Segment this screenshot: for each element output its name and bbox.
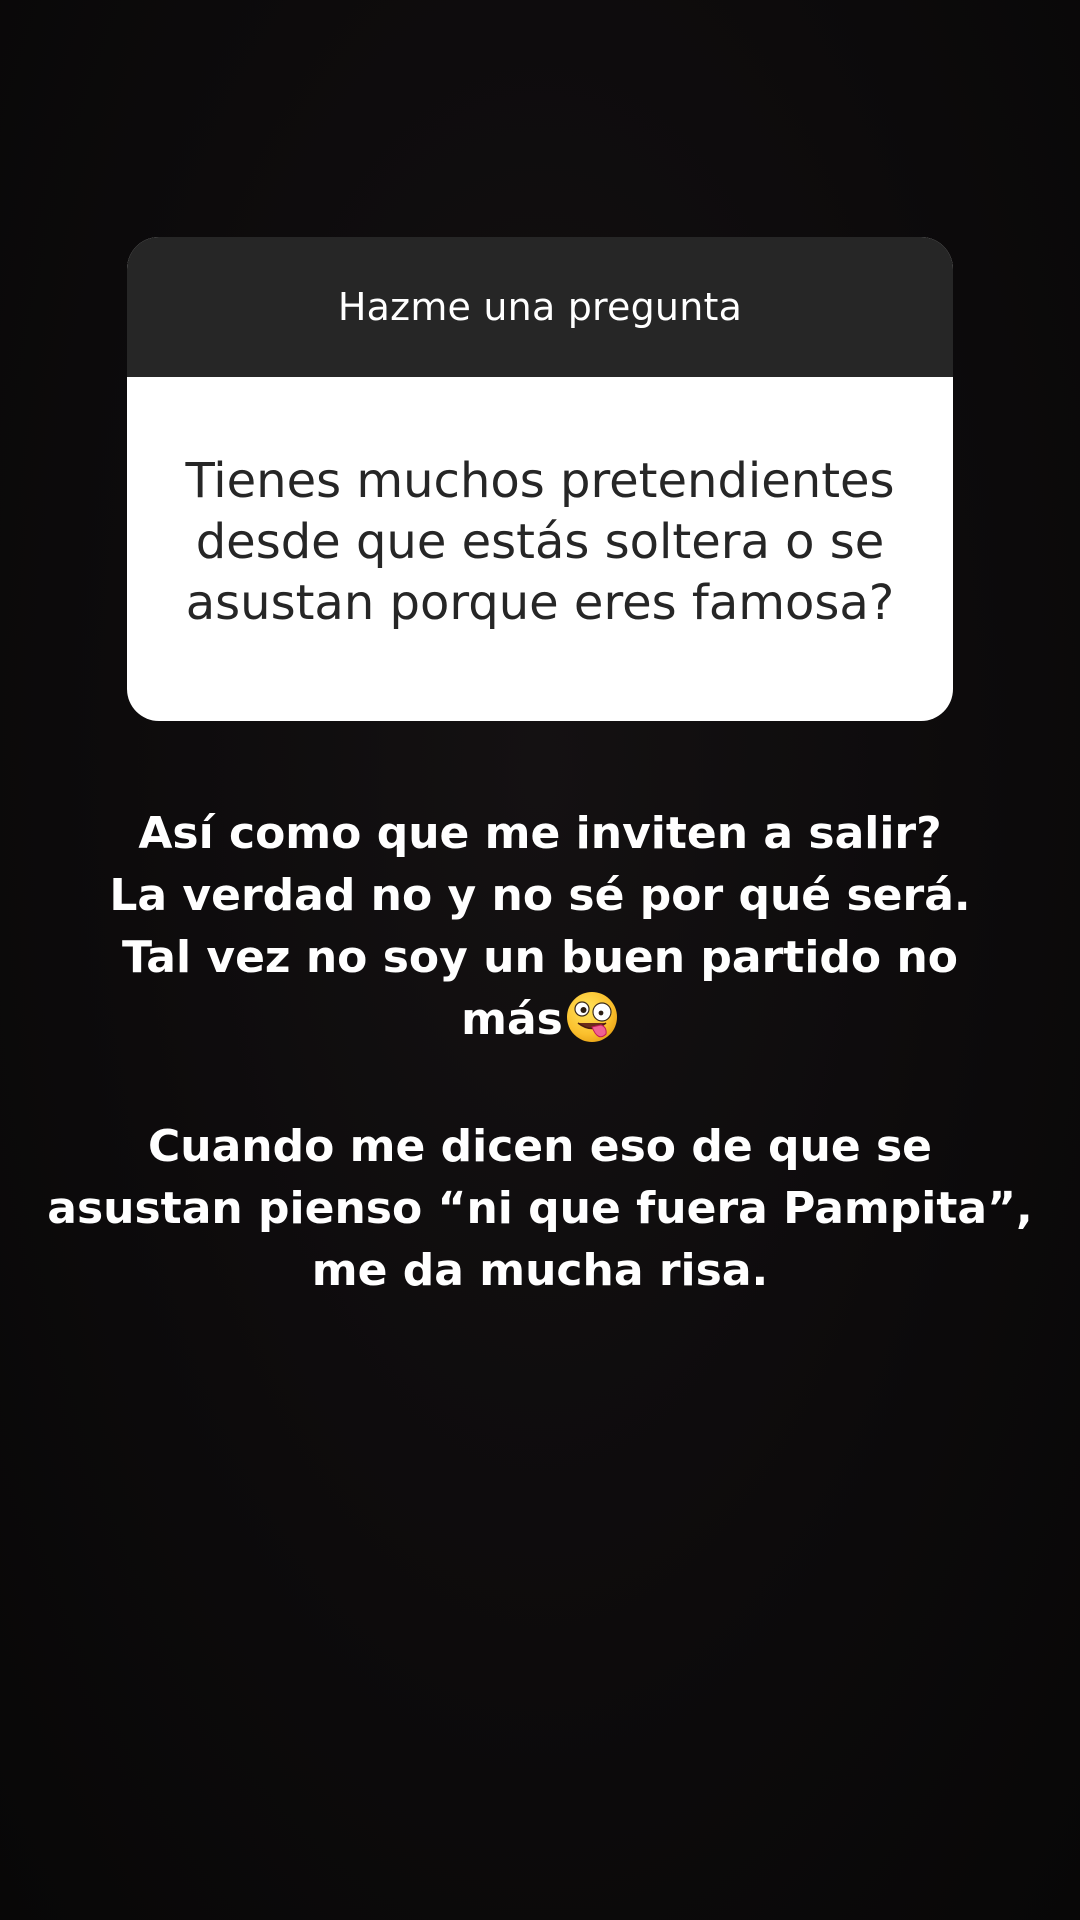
question-sticker[interactable]: Hazme una pregunta Tienes muchos pretend… xyxy=(127,237,953,721)
answer-paragraph-2: Cuando me dicen eso de que se asustan pi… xyxy=(40,1116,1040,1302)
answer-line: me da mucha risa. xyxy=(311,1245,769,1296)
question-sticker-title: Hazme una pregunta xyxy=(337,285,743,329)
answer-line: Así como que me inviten a salir? xyxy=(138,808,942,859)
question-line: asustan porque eres famosa? xyxy=(185,574,895,631)
question-sticker-header: Hazme una pregunta xyxy=(127,237,953,377)
answer-line: Cuando me dicen eso de que se xyxy=(147,1121,933,1172)
answer-line-last: más xyxy=(40,989,1040,1051)
question-text: Tienes muchos pretendientes desde que es… xyxy=(185,451,894,634)
question-line: desde que estás soltera o se xyxy=(195,513,885,570)
answer-line: asustan pienso “ni que fuera Pampita”, xyxy=(47,1183,1033,1234)
question-sticker-body: Tienes muchos pretendientes desde que es… xyxy=(127,377,953,721)
answer-line: La verdad no y no sé por qué será. xyxy=(109,870,971,921)
question-line: Tienes muchos pretendientes xyxy=(185,452,895,509)
answer-line: Tal vez no soy un buen partido no xyxy=(121,932,959,983)
answer-line-text: más xyxy=(461,994,563,1045)
zany-face-emoji-icon xyxy=(566,992,617,1042)
answer-paragraph-1: Así como que me inviten a salir? La verd… xyxy=(40,803,1040,1051)
